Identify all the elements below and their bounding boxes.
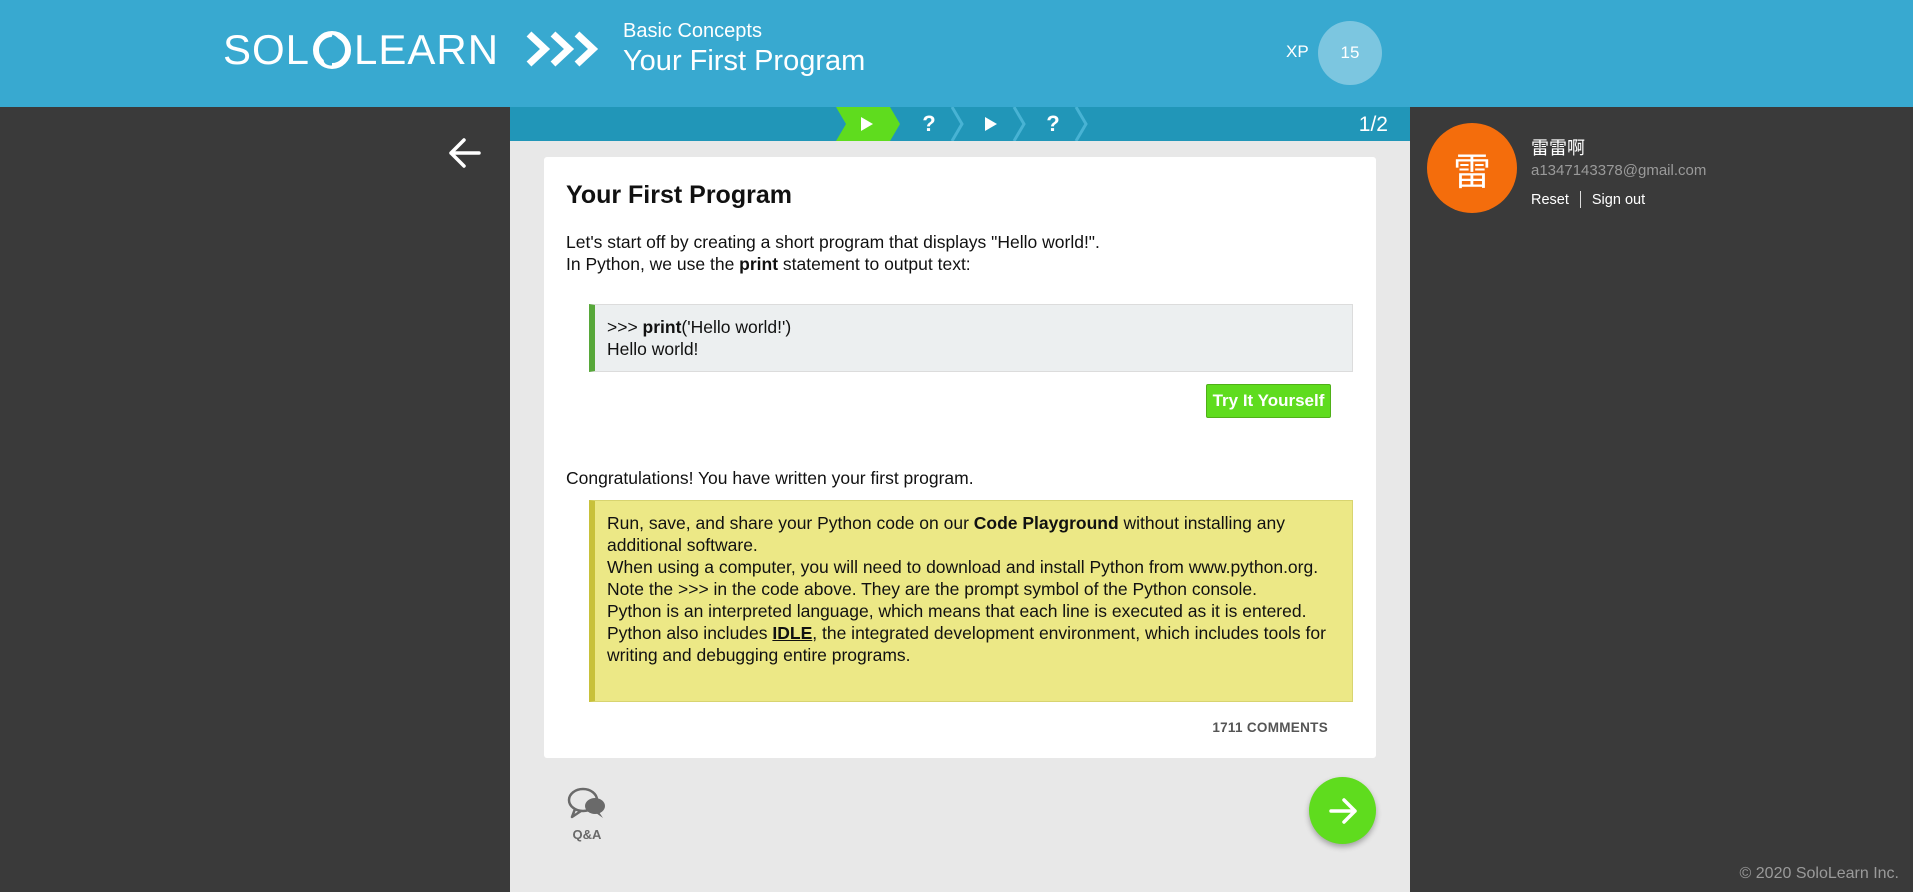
info-note: Run, save, and share your Python code on… <box>589 500 1353 702</box>
step-3-lesson[interactable] <box>960 107 1026 141</box>
sololearn-logo[interactable]: SOL LEARN <box>223 26 500 73</box>
arrow-right-icon <box>1328 797 1357 824</box>
logo-swirl-icon <box>313 31 352 69</box>
note-idle: Python is an interpreted language, which… <box>607 600 1340 666</box>
lesson-card: Your First Program Let's start off by cr… <box>544 157 1376 758</box>
congrats-text: Congratulations! You have written your f… <box>566 468 974 488</box>
progress-count: 1/2 <box>1358 113 1388 136</box>
back-button[interactable] <box>446 136 482 170</box>
user-email: a1347143378@gmail.com <box>1531 162 1707 179</box>
sign-out-link[interactable]: Sign out <box>1592 192 1645 208</box>
xp-badge: 15 <box>1318 21 1382 85</box>
try-it-yourself-button[interactable]: Try It Yourself <box>1206 384 1331 418</box>
intro-text-end: statement to output text: <box>778 254 971 274</box>
note-install: When using a computer, you will need to … <box>607 557 1319 577</box>
qa-button[interactable]: Q&A <box>562 786 612 842</box>
reset-link[interactable]: Reset <box>1531 192 1569 208</box>
breadcrumb-chevrons-icon <box>525 30 599 68</box>
breadcrumb-section[interactable]: Basic Concepts <box>623 20 762 43</box>
page-title: Your First Program <box>623 45 866 77</box>
code-line: >>> print('Hello world!') <box>607 316 1340 338</box>
note-prompt: Note the >>> in the code above. They are… <box>607 579 1258 599</box>
question-icon: ? <box>1046 111 1060 136</box>
progress-steps: ? ? <box>836 107 1088 141</box>
lesson-title: Your First Program <box>566 181 792 209</box>
step-1-lesson[interactable] <box>836 107 900 141</box>
idle-link[interactable]: IDLE <box>772 623 812 643</box>
user-name[interactable]: 雷雷啊 <box>1531 134 1585 160</box>
divider <box>1579 191 1581 208</box>
top-header: SOL LEARN Basic Concepts Your First Prog… <box>0 0 1913 107</box>
intro-keyword: print <box>739 254 779 274</box>
intro-line-1: Let's start off by creating a short prog… <box>566 232 1100 252</box>
comments-link[interactable]: 1711 COMMENTS <box>1212 720 1328 735</box>
qa-label: Q&A <box>572 827 602 842</box>
code-example: >>> print('Hello world!') Hello world! <box>589 304 1353 372</box>
intro-text: In Python, we use the <box>566 254 740 274</box>
note-text: Run, save, and share your Python code on… <box>607 513 974 533</box>
xp-label: XP <box>1286 42 1309 61</box>
question-icon: ? <box>922 111 936 136</box>
copyright-footer: © 2020 SoloLearn Inc. <box>1739 865 1899 882</box>
code-function: print <box>642 317 682 337</box>
avatar[interactable]: 雷 <box>1427 123 1517 213</box>
step-2-quiz[interactable]: ? <box>898 107 964 141</box>
logo-text-left: SOL <box>223 26 311 73</box>
next-button[interactable] <box>1309 777 1376 844</box>
logo-text-right: LEARN <box>354 26 500 73</box>
intro-line-2: In Python, we use the print statement to… <box>566 253 1100 275</box>
lesson-intro: Let's start off by creating a short prog… <box>566 231 1100 275</box>
code-output: Hello world! <box>607 339 699 359</box>
chat-bubbles-icon <box>567 787 605 819</box>
step-4-quiz[interactable]: ? <box>1022 107 1088 141</box>
user-links: Reset Sign out <box>1531 191 1645 208</box>
code-arguments: ('Hello world!') <box>681 317 792 337</box>
code-prompt: >>> <box>607 317 643 337</box>
note-playground: Run, save, and share your Python code on… <box>607 512 1340 556</box>
play-icon <box>861 117 873 131</box>
code-playground-link[interactable]: Code Playground <box>974 513 1119 533</box>
arrow-left-icon <box>449 138 481 168</box>
play-icon <box>985 117 997 131</box>
lesson-column: ? ? 1/2 Your First Program Let's start o… <box>510 107 1410 892</box>
lesson-progress-bar: ? ? 1/2 <box>510 107 1410 141</box>
